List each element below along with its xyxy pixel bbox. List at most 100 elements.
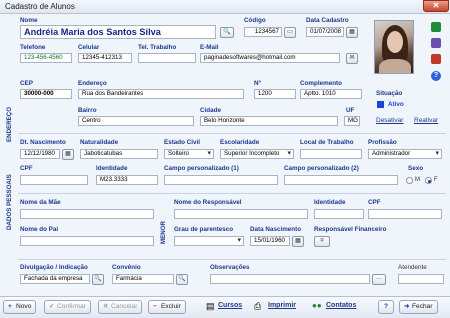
window-title: Cadastro de Alunos (5, 2, 75, 11)
id-card-icon[interactable]: ▭ (284, 27, 296, 38)
separator (18, 133, 446, 134)
check-icon: ✓ (49, 303, 55, 310)
cpf-field[interactable] (20, 175, 88, 185)
resp-fin-label: Responsável Financeiro (314, 226, 387, 233)
bairro-field[interactable]: Centro (78, 116, 194, 126)
resp-fin-button[interactable]: = (314, 236, 330, 247)
mae-field[interactable] (20, 209, 154, 219)
cancelar-button[interactable]: ✕ Cancelar (98, 300, 143, 314)
observacoes-label: Observações (210, 264, 250, 271)
novo-label: Novo (16, 303, 32, 310)
photo-face (387, 31, 403, 53)
bairro-label: Bairro (78, 107, 97, 114)
close-window-button[interactable]: ✕ (423, 0, 449, 12)
estado-civil-select[interactable]: Solteiro (164, 149, 214, 159)
fechar-button[interactable]: ➜ Fechar (399, 300, 438, 314)
email-send-icon[interactable]: ✉ (346, 53, 358, 64)
local-trabalho-label: Local de Trabalho (300, 139, 354, 146)
delete-photo-icon[interactable] (431, 54, 441, 64)
dt-nasc-label: Dt. Nascimento (20, 139, 66, 146)
campo1-field[interactable] (164, 175, 278, 185)
desativar-link[interactable]: Desativar (376, 117, 403, 124)
parentesco-label: Grau de parentesco (174, 226, 234, 233)
dt-nasc-field[interactable]: 12/12/1980 (20, 149, 60, 159)
tel-trabalho-field[interactable] (138, 53, 196, 63)
endereco-section-header: ENDEREÇO (6, 106, 13, 142)
pai-field[interactable] (20, 236, 154, 246)
cidade-field[interactable]: Belo Horizonte (200, 116, 338, 126)
imprimir-link[interactable]: Imprimir (268, 302, 296, 309)
cancelar-label: Cancelar (111, 303, 138, 310)
calendar-icon[interactable]: ▦ (346, 27, 358, 38)
help-icon[interactable]: ? (431, 71, 441, 81)
more-button[interactable]: ··· (372, 274, 386, 285)
excluir-button[interactable]: − Excluir (148, 300, 186, 314)
menor-data-nasc-field[interactable]: 15/01/1960 (250, 236, 290, 246)
endereco-label: Endereço (78, 80, 107, 87)
fechar-label: Fechar (412, 303, 433, 310)
search-icon[interactable]: 🔍 (92, 274, 104, 285)
cep-label: CEP (20, 80, 33, 87)
calendar-icon[interactable]: ▦ (292, 236, 304, 247)
endereco-field[interactable]: Rua dos Bandeirantes (78, 89, 244, 99)
cep-field[interactable]: 30000-000 (20, 89, 72, 99)
pai-label: Nome do Pai (20, 226, 59, 233)
sexo-m-radio[interactable] (406, 177, 413, 184)
convenio-field[interactable]: Farmácia (112, 274, 174, 284)
mae-label: Nome da Mãe (20, 199, 61, 206)
x-icon: ✕ (103, 303, 109, 310)
sexo-f-radio[interactable] (425, 177, 432, 184)
tel-trabalho-label: Tel. Trabalho (138, 44, 177, 51)
profissao-label: Profissão (368, 139, 397, 146)
campo2-field[interactable] (284, 175, 398, 185)
telefone-field[interactable]: 123-456-4560 (20, 53, 72, 63)
data-cadastro-field[interactable]: 01/07/2008 (306, 27, 344, 37)
divulgacao-field[interactable]: Fachada da empresa (20, 274, 90, 284)
excluir-label: Excluir (161, 303, 181, 310)
help-button[interactable]: ? (378, 300, 394, 314)
search-icon[interactable]: 🔍 (220, 27, 234, 38)
search-icon[interactable]: 🔍 (176, 274, 188, 285)
plus-icon: + (8, 303, 12, 310)
excel-icon[interactable] (431, 22, 441, 32)
celular-field[interactable]: 12345-412313 (78, 53, 132, 63)
divulgacao-label: Divulgação / Indicação (20, 264, 88, 271)
uf-field[interactable]: MG (344, 116, 360, 126)
naturalidade-label: Naturalidade (80, 139, 119, 146)
sexo-m-label: M (415, 177, 420, 183)
menor-cpf-field[interactable] (368, 209, 442, 219)
webcam-icon[interactable] (431, 38, 441, 48)
codigo-field[interactable]: 1234567 (244, 27, 282, 37)
reativar-link[interactable]: Reativar (414, 117, 438, 124)
identidade-label: Identidade (96, 165, 128, 172)
atendente-field[interactable] (398, 274, 444, 284)
confirmar-button[interactable]: ✓ Confirmar (44, 300, 91, 314)
email-field[interactable]: paginadesoftwares@hotmail.com (200, 53, 340, 63)
confirmar-label: Confirmar (57, 303, 86, 310)
numero-field[interactable]: 1200 (254, 89, 296, 99)
cursos-link[interactable]: Cursos (218, 302, 242, 309)
responsavel-label: Nome do Responsável (174, 199, 242, 206)
people-icon: ●● (312, 301, 322, 310)
profissao-select[interactable]: Administrador (368, 149, 442, 159)
local-trabalho-field[interactable] (300, 149, 362, 159)
student-photo[interactable] (374, 20, 414, 74)
situacao-label: Situação (376, 90, 403, 97)
naturalidade-field[interactable]: Jaboticatubas (80, 149, 158, 159)
novo-button[interactable]: + Novo (3, 300, 37, 314)
identidade-field[interactable]: M23.3333 (96, 175, 158, 185)
parentesco-select[interactable] (174, 236, 244, 246)
escolaridade-select[interactable]: Superior Incompleto (220, 149, 294, 159)
dados-pessoais-section-header: DADOS PESSOAIS (6, 174, 13, 230)
menor-identidade-field[interactable] (314, 209, 364, 219)
complemento-field[interactable]: Aptto. 1010 (300, 89, 362, 99)
responsavel-field[interactable] (174, 209, 308, 219)
contatos-link[interactable]: Contatos (326, 302, 356, 309)
sexo-label: Sexo (408, 165, 424, 172)
calendar-icon[interactable]: ▦ (62, 149, 74, 160)
nome-field[interactable]: Andréia Maria dos Santos Silva (20, 25, 216, 39)
email-label: E-Mail (200, 44, 219, 51)
nome-label: Nome (20, 17, 38, 24)
status-indicator (377, 101, 384, 108)
observacoes-field[interactable] (210, 274, 370, 284)
